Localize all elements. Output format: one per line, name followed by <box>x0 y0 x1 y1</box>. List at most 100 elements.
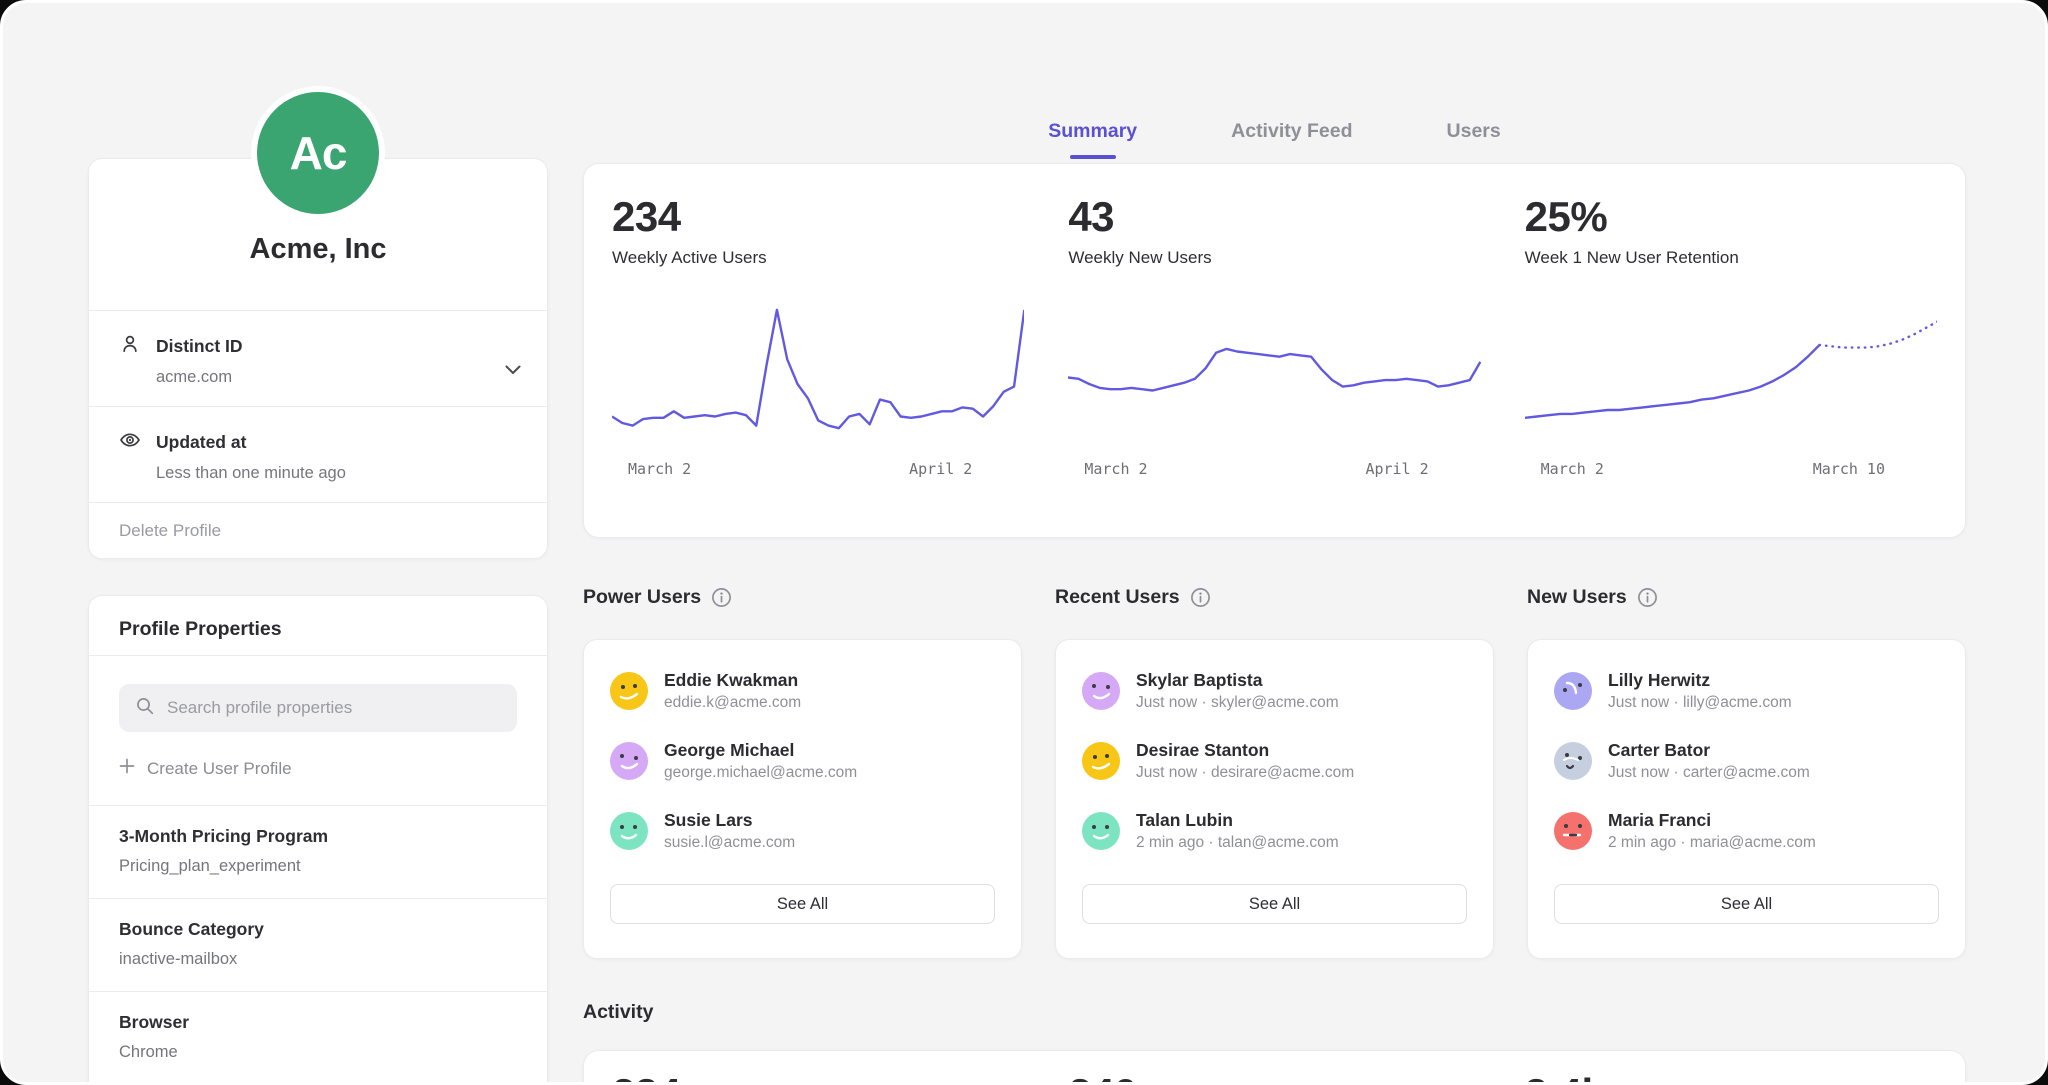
user-row[interactable]: Eddie Kwakman eddie.k@acme.com <box>610 670 995 712</box>
updated-at-label: Updated at <box>156 432 246 453</box>
avatar-face <box>1554 742 1592 780</box>
user-avatar <box>1082 672 1120 710</box>
x-tick: March 2 <box>628 460 691 478</box>
user-avatar <box>610 812 648 850</box>
company-name: Acme, Inc <box>109 233 527 266</box>
new-users-column: New Users Lilly Herwitz Just now · lilly… <box>1527 586 1966 959</box>
avatar-face <box>610 672 648 710</box>
company-avatar-ring: Ac <box>251 86 385 220</box>
see-all-button[interactable]: See All <box>1554 884 1939 924</box>
tab-summary[interactable]: Summary <box>1048 120 1137 159</box>
summary-stats-card: 234 Weekly Active Users March 2 April 2 … <box>583 163 1966 538</box>
person-icon <box>119 333 141 360</box>
main-content: Summary Activity Feed Users 234 Weekly A… <box>583 3 1966 1085</box>
week1-retention-chart <box>1525 294 1937 444</box>
property-row: Bounce Category inactive-mailbox <box>89 898 547 991</box>
x-tick: March 2 <box>1084 460 1147 478</box>
weekly-new-users-chart <box>1068 294 1480 444</box>
user-name: Eddie Kwakman <box>664 670 801 691</box>
activity-stat-value: 234 <box>612 1071 1024 1085</box>
user-meta: susie.l@acme.com <box>664 834 795 852</box>
user-meta: Just now · lilly@acme.com <box>1608 694 1792 712</box>
avatar-face <box>1082 812 1120 850</box>
stat-weekly-active-users: 234 Weekly Active Users March 2 April 2 <box>612 194 1024 511</box>
user-meta: Just now · carter@acme.com <box>1608 764 1810 782</box>
user-row[interactable]: Carter Bator Just now · carter@acme.com <box>1554 740 1939 782</box>
create-user-profile-label: Create User Profile <box>147 759 292 779</box>
user-name: Desirae Stanton <box>1136 740 1354 761</box>
user-name: Lilly Herwitz <box>1608 670 1792 691</box>
tab-activity-feed[interactable]: Activity Feed <box>1231 120 1352 159</box>
power-users-card: Eddie Kwakman eddie.k@acme.com George Mi… <box>583 639 1022 959</box>
profile-properties-search[interactable] <box>119 684 517 732</box>
property-value: Chrome <box>119 1043 517 1062</box>
property-label: Browser <box>119 1012 517 1033</box>
user-name: George Michael <box>664 740 857 761</box>
activity-section-title: Activity <box>583 1001 1966 1024</box>
user-avatar <box>1554 672 1592 710</box>
user-avatar <box>610 672 648 710</box>
avatar-face <box>610 742 648 780</box>
activity-stat-value: 3.4k <box>1525 1071 1937 1085</box>
x-axis: March 2 March 10 <box>1525 460 1937 478</box>
create-user-profile-button[interactable]: Create User Profile <box>119 758 517 779</box>
user-row[interactable]: Susie Lars susie.l@acme.com <box>610 810 995 852</box>
plus-icon <box>119 758 135 779</box>
avatar-face <box>1554 672 1592 710</box>
user-row[interactable]: George Michael george.michael@acme.com <box>610 740 995 782</box>
x-tick: March 10 <box>1813 460 1885 478</box>
user-meta: george.michael@acme.com <box>664 764 857 782</box>
user-row[interactable]: Desirae Stanton Just now · desirare@acme… <box>1082 740 1467 782</box>
stat-label: Weekly New Users <box>1068 248 1480 268</box>
user-row[interactable]: Maria Franci 2 min ago · maria@acme.com <box>1554 810 1939 852</box>
chevron-down-icon[interactable] <box>505 363 521 378</box>
new-users-title: New Users <box>1527 586 1627 609</box>
recent-users-title: Recent Users <box>1055 586 1180 609</box>
info-icon[interactable] <box>1637 587 1658 608</box>
activity-stats-card: 234 240 3.4k <box>583 1050 1966 1085</box>
info-icon[interactable] <box>711 587 732 608</box>
avatar-face <box>610 812 648 850</box>
company-avatar: Ac <box>257 92 379 214</box>
user-meta: 2 min ago · maria@acme.com <box>1608 834 1816 852</box>
tab-users[interactable]: Users <box>1447 120 1501 159</box>
user-meta: Just now · skyler@acme.com <box>1136 694 1339 712</box>
user-name: Maria Franci <box>1608 810 1816 831</box>
x-axis: March 2 April 2 <box>1068 460 1480 478</box>
eye-icon <box>119 429 141 456</box>
user-row[interactable]: Lilly Herwitz Just now · lilly@acme.com <box>1554 670 1939 712</box>
search-icon <box>135 696 155 721</box>
user-name: Carter Bator <box>1608 740 1810 761</box>
x-axis: March 2 April 2 <box>612 460 1024 478</box>
recent-users-card: Skylar Baptista Just now · skyler@acme.c… <box>1055 639 1494 959</box>
tab-bar: Summary Activity Feed Users <box>583 3 1966 159</box>
avatar-face <box>1082 742 1120 780</box>
avatar-face <box>1082 672 1120 710</box>
stat-week1-retention: 25% Week 1 New User Retention March 2 Ma… <box>1525 194 1937 511</box>
delete-profile-button[interactable]: Delete Profile <box>89 502 547 558</box>
user-avatar <box>1554 812 1592 850</box>
stat-value: 234 <box>612 194 1024 240</box>
property-label: Bounce Category <box>119 919 517 940</box>
x-tick: March 2 <box>1541 460 1604 478</box>
profile-properties-title: Profile Properties <box>119 618 517 641</box>
user-avatar <box>1082 742 1120 780</box>
user-lists-section: Power Users Eddie Kwakman eddie.k@acme.c… <box>583 586 1966 959</box>
user-meta: 2 min ago · talan@acme.com <box>1136 834 1339 852</box>
see-all-button[interactable]: See All <box>1082 884 1467 924</box>
stat-value: 43 <box>1068 194 1480 240</box>
user-row[interactable]: Talan Lubin 2 min ago · talan@acme.com <box>1082 810 1467 852</box>
user-meta: eddie.k@acme.com <box>664 694 801 712</box>
property-row: Browser Chrome <box>89 991 547 1084</box>
user-row[interactable]: Skylar Baptista Just now · skyler@acme.c… <box>1082 670 1467 712</box>
search-input[interactable] <box>167 698 501 718</box>
info-icon[interactable] <box>1190 587 1211 608</box>
stat-label: Week 1 New User Retention <box>1525 248 1937 268</box>
profile-sidebar: Ac Acme, Inc Distinct ID acme.com <box>88 86 548 1085</box>
user-name: Skylar Baptista <box>1136 670 1339 691</box>
see-all-button[interactable]: See All <box>610 884 995 924</box>
recent-users-column: Recent Users Skylar Baptista Just now · … <box>1055 586 1494 959</box>
user-name: Susie Lars <box>664 810 795 831</box>
stat-value: 25% <box>1525 194 1937 240</box>
updated-at-row: Updated at Less than one minute ago <box>89 406 547 502</box>
